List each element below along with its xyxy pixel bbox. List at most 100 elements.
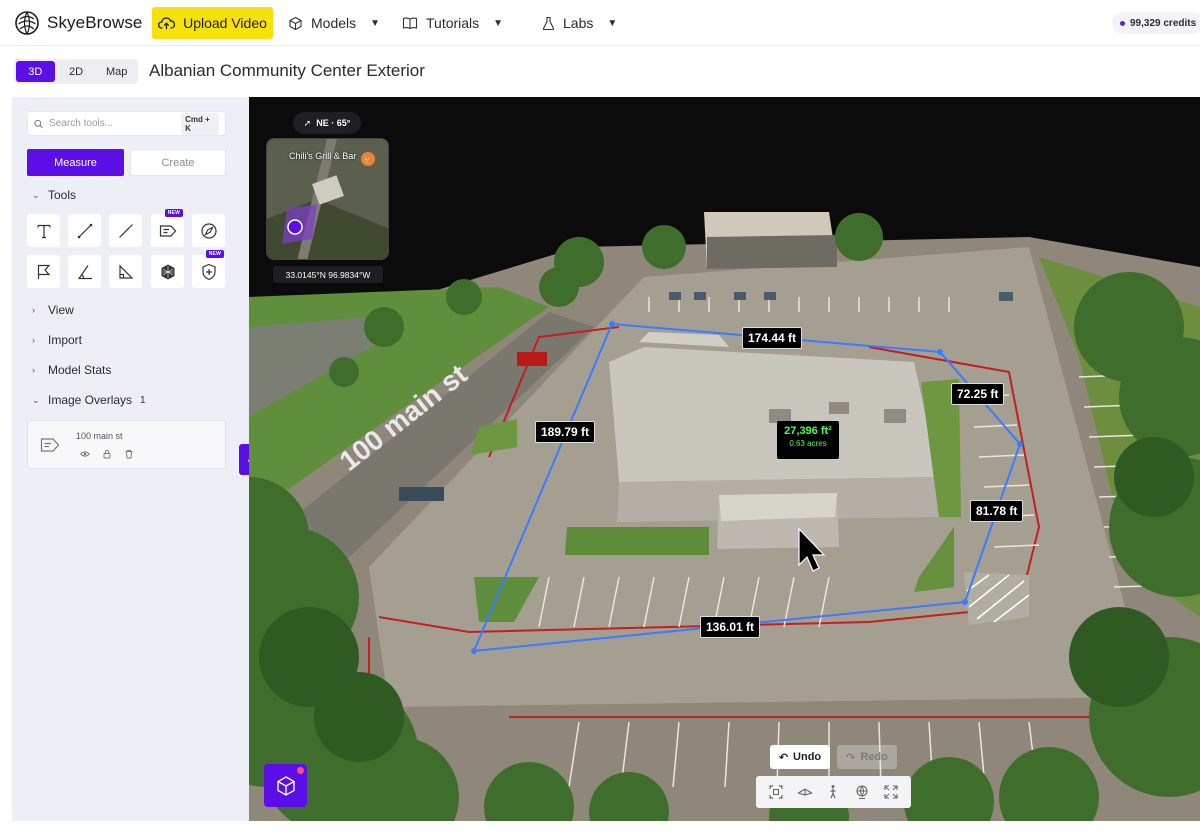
credits-badge[interactable]: 99,329 credits: [1112, 12, 1200, 34]
nav-models[interactable]: Models ▼: [288, 12, 380, 34]
nav-labs-label: Labs: [563, 15, 594, 31]
annotation-tool-button[interactable]: NEW: [151, 209, 184, 247]
tab-3d[interactable]: 3D: [16, 61, 55, 82]
compass-heading[interactable]: ➚ NE · 65°: [293, 112, 361, 134]
section-tools-toggle[interactable]: ⌄ Tools: [32, 188, 76, 202]
image-overlays-count: 1: [140, 394, 146, 406]
skyebrowse-logo-icon: [15, 11, 39, 35]
shield-plus-icon: [201, 263, 216, 280]
line-measure-icon: [77, 223, 92, 238]
search-shortcut-hint: Cmd + K: [181, 112, 219, 135]
flask-icon: [542, 16, 555, 30]
credits-count: 99,329 credits: [1130, 17, 1197, 29]
area-measurement-label[interactable]: 27,396 ft² 0.63 acres: [777, 421, 839, 459]
orbit-globe-icon[interactable]: [854, 784, 870, 800]
section-import-label: Import: [48, 333, 83, 347]
measurement-label-left[interactable]: 189.79 ft: [535, 421, 596, 443]
section-view-toggle[interactable]: › View: [32, 303, 74, 317]
model-3d-viewport[interactable]: 100 main st ➚ NE · 65° ⑂ Chili's Grill &…: [249, 97, 1200, 821]
walk-person-icon[interactable]: [825, 784, 841, 800]
flag-tool-button[interactable]: [27, 255, 60, 288]
flag-icon: [37, 264, 50, 279]
nav-tutorials-label: Tutorials: [426, 15, 480, 31]
trash-icon[interactable]: [124, 449, 134, 459]
measurement-label-right-upper[interactable]: 72.25 ft: [951, 383, 1005, 405]
image-overlay-tag-icon: [40, 438, 60, 452]
section-image-overlays-label: Image Overlays: [48, 393, 133, 407]
angle-icon: [77, 264, 92, 279]
model-view-cube-button[interactable]: [264, 764, 307, 807]
chevron-down-icon: ▼: [493, 17, 504, 29]
new-badge: NEW: [205, 250, 224, 258]
viewport-toolbar: [756, 776, 911, 808]
page-title: Albanian Community Center Exterior: [149, 61, 425, 80]
view-mode-tabs: 3D 2D Map: [14, 59, 138, 84]
compass-icon: [200, 222, 217, 239]
nav-models-label: Models: [311, 15, 357, 31]
tool-search-box: Cmd + K: [27, 111, 226, 136]
brand-logo[interactable]: SkyeBrowse: [14, 10, 142, 36]
minimap-place-label: Chili's Grill & Bar: [289, 151, 357, 161]
chevron-down-icon: ⌄: [32, 394, 40, 405]
upload-video-label: Upload Video: [183, 15, 267, 31]
image-overlay-item[interactable]: 100 main st: [27, 420, 226, 469]
undo-button[interactable]: ↶ Undo: [770, 745, 830, 769]
section-tools-label: Tools: [48, 188, 77, 202]
search-tools-input[interactable]: [49, 118, 182, 129]
section-import-toggle[interactable]: › Import: [32, 333, 82, 347]
chevron-right-icon: ›: [32, 335, 35, 345]
notification-dot-icon: [297, 767, 304, 774]
upload-video-button[interactable]: Upload Video: [152, 7, 273, 39]
section-model-stats-label: Model Stats: [48, 363, 112, 377]
image-overlay-name: 100 main st: [76, 431, 123, 441]
compass-heading-text: NE · 65°: [316, 118, 351, 128]
section-view-label: View: [48, 303, 74, 317]
volume-tool-button[interactable]: [151, 255, 184, 288]
cube-icon: [276, 775, 295, 796]
line-tool-button[interactable]: [109, 214, 142, 247]
line-icon: [118, 223, 133, 238]
navigation-arrow-icon: ➚: [303, 117, 312, 128]
angle-tool-button[interactable]: [68, 255, 101, 288]
redo-button[interactable]: ↷ Redo: [837, 745, 897, 769]
nav-tutorials[interactable]: Tutorials ▼: [402, 12, 503, 34]
cloud-upload-icon: [158, 17, 176, 29]
area-value: 27,396 ft²: [784, 425, 832, 437]
credit-dot-icon: [1120, 20, 1125, 26]
fit-view-icon[interactable]: [768, 784, 784, 800]
measurement-label-bottom[interactable]: 136.01 ft: [700, 616, 761, 638]
chevron-down-icon: ▼: [607, 17, 618, 29]
slope-tool-button[interactable]: [109, 255, 142, 288]
mesh-volume-icon: [161, 264, 174, 279]
nav-labs[interactable]: Labs ▼: [542, 12, 617, 34]
satellite-minimap[interactable]: ⑂ Chili's Grill & Bar: [266, 138, 389, 260]
section-image-overlays-toggle[interactable]: ⌄ Image Overlays 1: [32, 393, 146, 407]
lock-icon[interactable]: [102, 449, 112, 459]
tools-sidebar: Cmd + K Measure Create ⌄ Tools NEW NEW ›: [12, 97, 249, 821]
tab-2d[interactable]: 2D: [57, 61, 96, 82]
redo-arrow-icon: ↷: [846, 751, 856, 764]
navigate-tool-button[interactable]: [192, 214, 225, 247]
area-acres: 0.63 acres: [789, 439, 827, 448]
measure-mode-tab[interactable]: Measure: [27, 149, 124, 176]
cube-icon: [289, 16, 302, 30]
brand-name: SkyeBrowse: [47, 13, 143, 32]
fullscreen-icon[interactable]: [883, 784, 899, 800]
create-mode-tab[interactable]: Create: [130, 149, 226, 176]
secure-tool-button[interactable]: NEW: [192, 250, 225, 288]
book-open-icon: [402, 17, 418, 30]
eye-icon[interactable]: [80, 449, 90, 459]
distance-tool-button[interactable]: [68, 214, 101, 247]
tab-map[interactable]: Map: [97, 61, 136, 82]
text-icon: [36, 224, 51, 238]
aerial-3d-model-scene: 100 main st: [249, 97, 1200, 821]
drone-fly-icon[interactable]: [797, 784, 813, 800]
measurement-label-right-lower[interactable]: 81.78 ft: [970, 500, 1024, 522]
search-icon: [34, 119, 43, 128]
tag-label-icon: [159, 224, 176, 237]
text-tool-button[interactable]: [27, 214, 60, 247]
measurement-label-top[interactable]: 174.44 ft: [742, 327, 803, 349]
section-model-stats-toggle[interactable]: › Model Stats: [32, 363, 111, 377]
redo-label: Redo: [860, 751, 888, 763]
svg-text:⑂: ⑂: [365, 156, 370, 165]
